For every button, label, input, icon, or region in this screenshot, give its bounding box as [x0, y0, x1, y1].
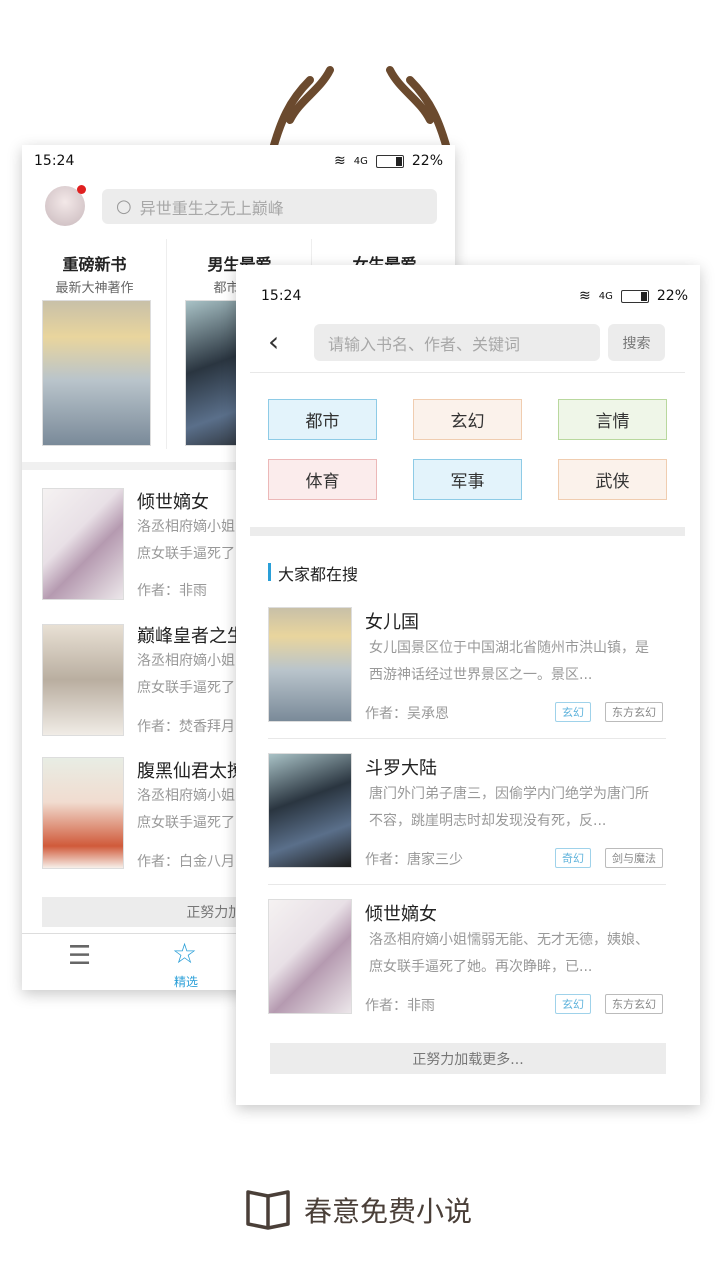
book-title[interactable]: 倾世嫡女	[365, 900, 437, 926]
book-title[interactable]: 女儿国	[365, 608, 419, 634]
load-more-button[interactable]: 正努力加载更多...	[270, 1043, 666, 1074]
book-tag[interactable]: 东方玄幻	[605, 702, 663, 722]
book-title[interactable]: 巅峰皇者之生	[137, 622, 245, 648]
category-4[interactable]: 军事	[413, 459, 522, 500]
section-title: 大家都在搜	[278, 565, 359, 584]
section-marker	[268, 563, 271, 581]
status-time: 15:24	[261, 288, 302, 304]
book-cover[interactable]	[42, 624, 124, 736]
bookshelf-icon[interactable]: ☰	[68, 941, 91, 971]
book-author: 作者：吴承恩	[365, 706, 449, 722]
wifi-icon: ≋	[334, 153, 346, 169]
book-tag[interactable]: 剑与魔法	[605, 848, 663, 868]
book-author: 作者：非雨	[137, 583, 207, 599]
book-author: 作者：唐家三少	[365, 852, 463, 868]
book-cover[interactable]	[42, 488, 124, 600]
book-cover[interactable]	[268, 607, 352, 722]
status-time: 15:24	[34, 153, 75, 169]
wifi-icon: ≋	[579, 288, 591, 304]
star-icon[interactable]: ☆	[172, 937, 197, 970]
category-5[interactable]: 武侠	[558, 459, 667, 500]
notification-dot	[77, 185, 86, 194]
book-title[interactable]: 斗罗大陆	[365, 754, 437, 780]
book-tag[interactable]: 东方玄幻	[605, 994, 663, 1014]
book-logo-icon	[246, 1190, 290, 1230]
book-tag[interactable]: 玄幻	[555, 702, 591, 722]
book-author: 作者：非雨	[365, 998, 435, 1014]
book-description: 洛丞相府嫡小姐 庶女联手逼死了	[137, 653, 235, 696]
column-title[interactable]: 重磅新书	[22, 251, 167, 275]
book-description: 洛丞相府嫡小姐 庶女联手逼死了	[137, 519, 235, 562]
battery-icon	[620, 289, 649, 303]
book-title[interactable]: 倾世嫡女	[137, 488, 209, 514]
book-cover[interactable]	[268, 753, 352, 868]
search-button[interactable]: 搜索	[608, 324, 665, 361]
category-2[interactable]: 言情	[558, 399, 667, 440]
signal-icon: 4G	[598, 290, 613, 302]
book-tag[interactable]: 奇幻	[555, 848, 591, 868]
nav-item-featured[interactable]: 精选	[174, 973, 198, 990]
book-description: 女儿国景区位于中国湖北省随州市洪山镇，是 西游神话经过世界景区之一。景区...	[369, 640, 649, 683]
search-input[interactable]: 请输入书名、作者、关键词	[314, 324, 600, 361]
book-cover[interactable]	[268, 899, 352, 1014]
book-description: 洛丞相府嫡小姐懦弱无能、无才无德，姨娘、 庶女联手逼死了她。再次睁眸，已...	[369, 932, 649, 975]
book-author: 作者：焚香拜月	[137, 719, 235, 735]
search-icon: ○	[116, 196, 132, 217]
book-cover[interactable]	[42, 300, 151, 446]
book-description: 唐门外门弟子唐三，因偷学内门绝学为唐门所 不容，跳崖明志时却发现没有死，反...	[369, 786, 649, 829]
column-subtitle: 最新大神著作	[55, 281, 134, 296]
battery-level: 22%	[656, 288, 688, 304]
book-description: 洛丞相府嫡小姐 庶女联手逼死了	[137, 788, 235, 831]
book-author: 作者：白金八月	[137, 854, 235, 870]
search-input[interactable]: ○ 异世重生之无上巅峰	[102, 189, 437, 224]
search-placeholder: 异世重生之无上巅峰	[139, 198, 284, 218]
front-phone-screen: 15:24 ≋ 4G 22% ‹ 请输入书名、作者、关键词 搜索 都市 玄幻 言情 体育军…	[236, 265, 700, 1105]
book-tag[interactable]: 玄幻	[555, 994, 591, 1014]
category-1[interactable]: 玄幻	[413, 399, 522, 440]
brand-name: 春意免费小说	[304, 1195, 473, 1228]
signal-icon: 4G	[353, 155, 368, 167]
category-0[interactable]: 都市	[268, 399, 377, 440]
back-arrow-icon[interactable]: ‹	[268, 325, 279, 358]
battery-level: 22%	[411, 153, 443, 169]
category-3[interactable]: 体育	[268, 459, 377, 500]
book-title[interactable]: 腹黑仙君太撩	[137, 757, 245, 783]
book-cover[interactable]	[42, 757, 124, 869]
search-placeholder: 请输入书名、作者、关键词	[328, 334, 521, 354]
battery-icon	[375, 154, 404, 168]
